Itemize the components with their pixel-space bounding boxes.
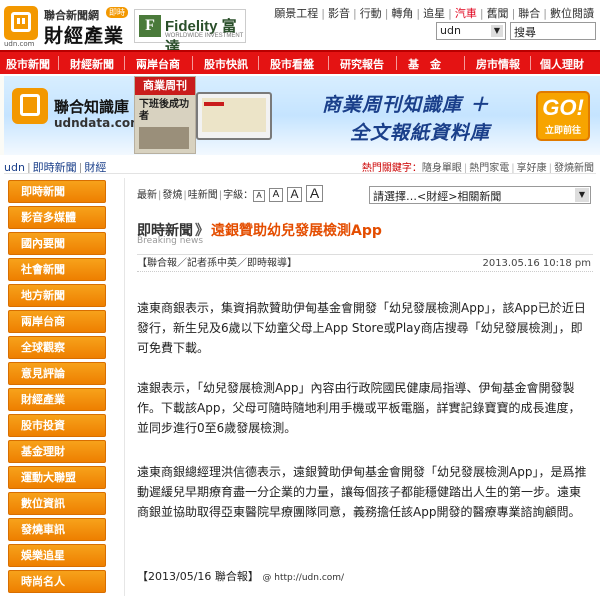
toplink-vision[interactable]: 願景工程 xyxy=(274,7,318,20)
ad-sub: WORLDWIDE INVESTMENT xyxy=(165,33,244,39)
sidebar: 即時新聞 影音多媒體 國內要聞 社會新聞 地方新聞 兩岸台商 全球觀察 意見評論… xyxy=(8,180,106,596)
toplink-union[interactable]: 聯合 xyxy=(518,7,540,20)
toplink-corner[interactable]: 轉角 xyxy=(391,7,413,20)
source-url[interactable]: @ http://udn.com/ xyxy=(262,573,344,583)
logo-badge: 即時 xyxy=(106,7,128,18)
toolbar-latest[interactable]: 最新 xyxy=(137,190,157,201)
fidelity-logo-icon: F xyxy=(139,15,161,37)
source-text: 【2013/05/16 聯合報】 xyxy=(137,570,259,583)
toplink-digital[interactable]: 數位閱讀 xyxy=(550,7,594,20)
toolbar-hot[interactable]: 發燒 xyxy=(162,190,182,201)
sidebar-item-local[interactable]: 地方新聞 xyxy=(8,284,106,307)
related-news-value: 請選擇…<財經>相關新聞 xyxy=(373,190,502,203)
sidebar-item-society[interactable]: 社會新聞 xyxy=(8,258,106,281)
nav-stock-board[interactable]: 股市看盤 xyxy=(270,56,314,72)
toolbar-fontsize-label: 字級： xyxy=(223,190,254,201)
top-links: 願景工程 | 影音 | 行動 | 轉角 | 追星 | 汽車 | 舊聞 | 聯合 | 數位閱讀 xyxy=(274,7,594,20)
toplink-stars[interactable]: 追星 xyxy=(423,7,445,20)
article-paragraph: 遠銀表示，「幼兒發展檢測App」內容由行政院國民健康局指導、伊甸基金會開發製作。… xyxy=(137,381,581,435)
article-toolbar: 最新|發燒|哇新聞|字級： xyxy=(137,190,254,201)
search-input[interactable]: 搜尋 xyxy=(510,22,596,40)
sidebar-item-opinion[interactable]: 意見評論 xyxy=(8,362,106,385)
magazine-cover-image: 商業周刊 下班後成功者 xyxy=(134,76,196,154)
sidebar-item-breaking[interactable]: 即時新聞 xyxy=(8,180,106,203)
article: 最新|發燒|哇新聞|字級： A A A A 請選擇…<財經>相關新聞 ▼ 即時新… xyxy=(124,178,596,596)
sidebar-item-cars[interactable]: 發燒車訊 xyxy=(8,518,106,541)
udn-logo-icon xyxy=(4,6,38,40)
sidebar-item-finance[interactable]: 財經產業 xyxy=(8,388,106,411)
sidebar-item-digital[interactable]: 數位資訊 xyxy=(8,492,106,515)
go-button[interactable]: GO! 立即前往 xyxy=(536,91,590,141)
nav-stock-flash[interactable]: 股市快訊 xyxy=(204,56,248,72)
sidebar-item-stocks[interactable]: 股市投資 xyxy=(8,414,106,437)
logo-line2: 財經產業 xyxy=(44,25,125,47)
banner-brand-sub: udndata.com xyxy=(54,116,143,130)
nav-research[interactable]: 研究報告 xyxy=(340,56,384,72)
magazine-title: 商業周刊 xyxy=(135,77,195,95)
chevron-down-icon[interactable]: ▼ xyxy=(491,25,503,37)
site-select[interactable]: udn ▼ xyxy=(436,22,506,40)
sidebar-item-crossstrait[interactable]: 兩岸台商 xyxy=(8,310,106,333)
nav-property[interactable]: 房市情報 xyxy=(476,56,520,72)
toolbar-wow[interactable]: 哇新聞 xyxy=(188,190,218,201)
udndata-logo-icon xyxy=(12,88,48,124)
toplink-mobile[interactable]: 行動 xyxy=(360,7,382,20)
nav-personal[interactable]: 個人理財 xyxy=(540,56,584,72)
sidebar-item-video[interactable]: 影音多媒體 xyxy=(8,206,106,229)
font-size-s-button[interactable]: A xyxy=(269,188,283,202)
search-value: 搜尋 xyxy=(514,26,536,39)
sidebar-item-entertainment[interactable]: 娛樂追星 xyxy=(8,544,106,567)
magazine-cover-text: 下班後成功者 xyxy=(139,99,189,122)
sidebar-item-sports[interactable]: 運動大聯盟 xyxy=(8,466,106,489)
divider xyxy=(4,173,596,174)
go-sub-label: 立即前往 xyxy=(544,126,581,136)
nav-cross-strait[interactable]: 兩岸台商 xyxy=(136,56,180,72)
hot-keywords: 熱門關鍵字：隨身單眼 | 熱門家電 | 享好康 | 發燒新聞 xyxy=(361,163,594,174)
article-source: 【2013/05/16 聯合報】 @ http://udn.com/ xyxy=(137,568,344,584)
toplink-video[interactable]: 影音 xyxy=(328,7,350,20)
font-size-m-button[interactable]: A xyxy=(287,187,302,202)
nav-finance-news[interactable]: 財經新聞 xyxy=(70,56,114,72)
banner-slogan-1: 商業周刊知識庫 ＋ xyxy=(322,94,490,116)
logo-sub: udn.com xyxy=(4,40,35,48)
font-size-xs-button[interactable]: A xyxy=(253,190,265,202)
section-name-en: Breaking news xyxy=(137,236,204,246)
site-header: 聯合新聞網 即時 財經產業 udn.com F Fidelity 富達 WORL… xyxy=(0,0,600,56)
go-label: GO! xyxy=(542,95,584,120)
site-logo[interactable]: 聯合新聞網 即時 財經產業 udn.com xyxy=(4,4,128,48)
toplink-oldnews[interactable]: 舊聞 xyxy=(487,7,509,20)
related-news-select[interactable]: 請選擇…<財經>相關新聞 ▼ xyxy=(369,186,591,204)
banner-slogan-2: 全文報紙資料庫 xyxy=(350,122,491,144)
laptop-image xyxy=(196,92,272,140)
sidebar-item-global[interactable]: 全球觀察 xyxy=(8,336,106,359)
nav-stock-news[interactable]: 股市新聞 xyxy=(6,56,50,72)
site-select-value: udn xyxy=(440,24,461,37)
article-paragraph: 遠東商銀表示，集資捐款贊助伊甸基金會開發「幼兒發展檢測App」，該App已於近日… xyxy=(137,301,586,355)
sidebar-item-domestic[interactable]: 國內要聞 xyxy=(8,232,106,255)
sidebar-item-funds[interactable]: 基金理財 xyxy=(8,440,106,463)
toplink-auto[interactable]: 汽車 xyxy=(455,7,477,20)
byline-text: 【聯合報／記者孫中英／即時報導】 xyxy=(137,258,297,269)
article-paragraph: 遠東商銀總經理洪信德表示，遠銀贊助伊甸基金會開發「幼兒發展檢測App」，是爲推動… xyxy=(137,465,587,519)
sidebar-item-fashion[interactable]: 時尚名人 xyxy=(8,570,106,593)
fidelity-ad[interactable]: F Fidelity 富達 WORLDWIDE INVESTMENT xyxy=(134,9,246,56)
font-size-l-button[interactable]: A xyxy=(306,185,323,202)
article-date: 2013.05.16 10:18 pm xyxy=(482,258,591,269)
nav-funds[interactable]: 基 金 xyxy=(408,56,441,72)
chevron-down-icon[interactable]: ▼ xyxy=(575,188,589,202)
knowledge-banner[interactable]: 聯合知識庫 udndata.com 商業周刊 下班後成功者 商業周刊知識庫 ＋ … xyxy=(0,76,600,155)
byline: 【聯合報／記者孫中英／即時報導】 2013.05.16 10:18 pm xyxy=(137,254,593,272)
banner-brand: 聯合知識庫 xyxy=(54,98,130,116)
headline: 遠銀贊助幼兒發展檢測App xyxy=(211,223,382,239)
main-nav: 股市新聞 財經新聞 兩岸台商 股市快訊 股市看盤 研究報告 基 金 房市情報 個… xyxy=(0,50,600,74)
